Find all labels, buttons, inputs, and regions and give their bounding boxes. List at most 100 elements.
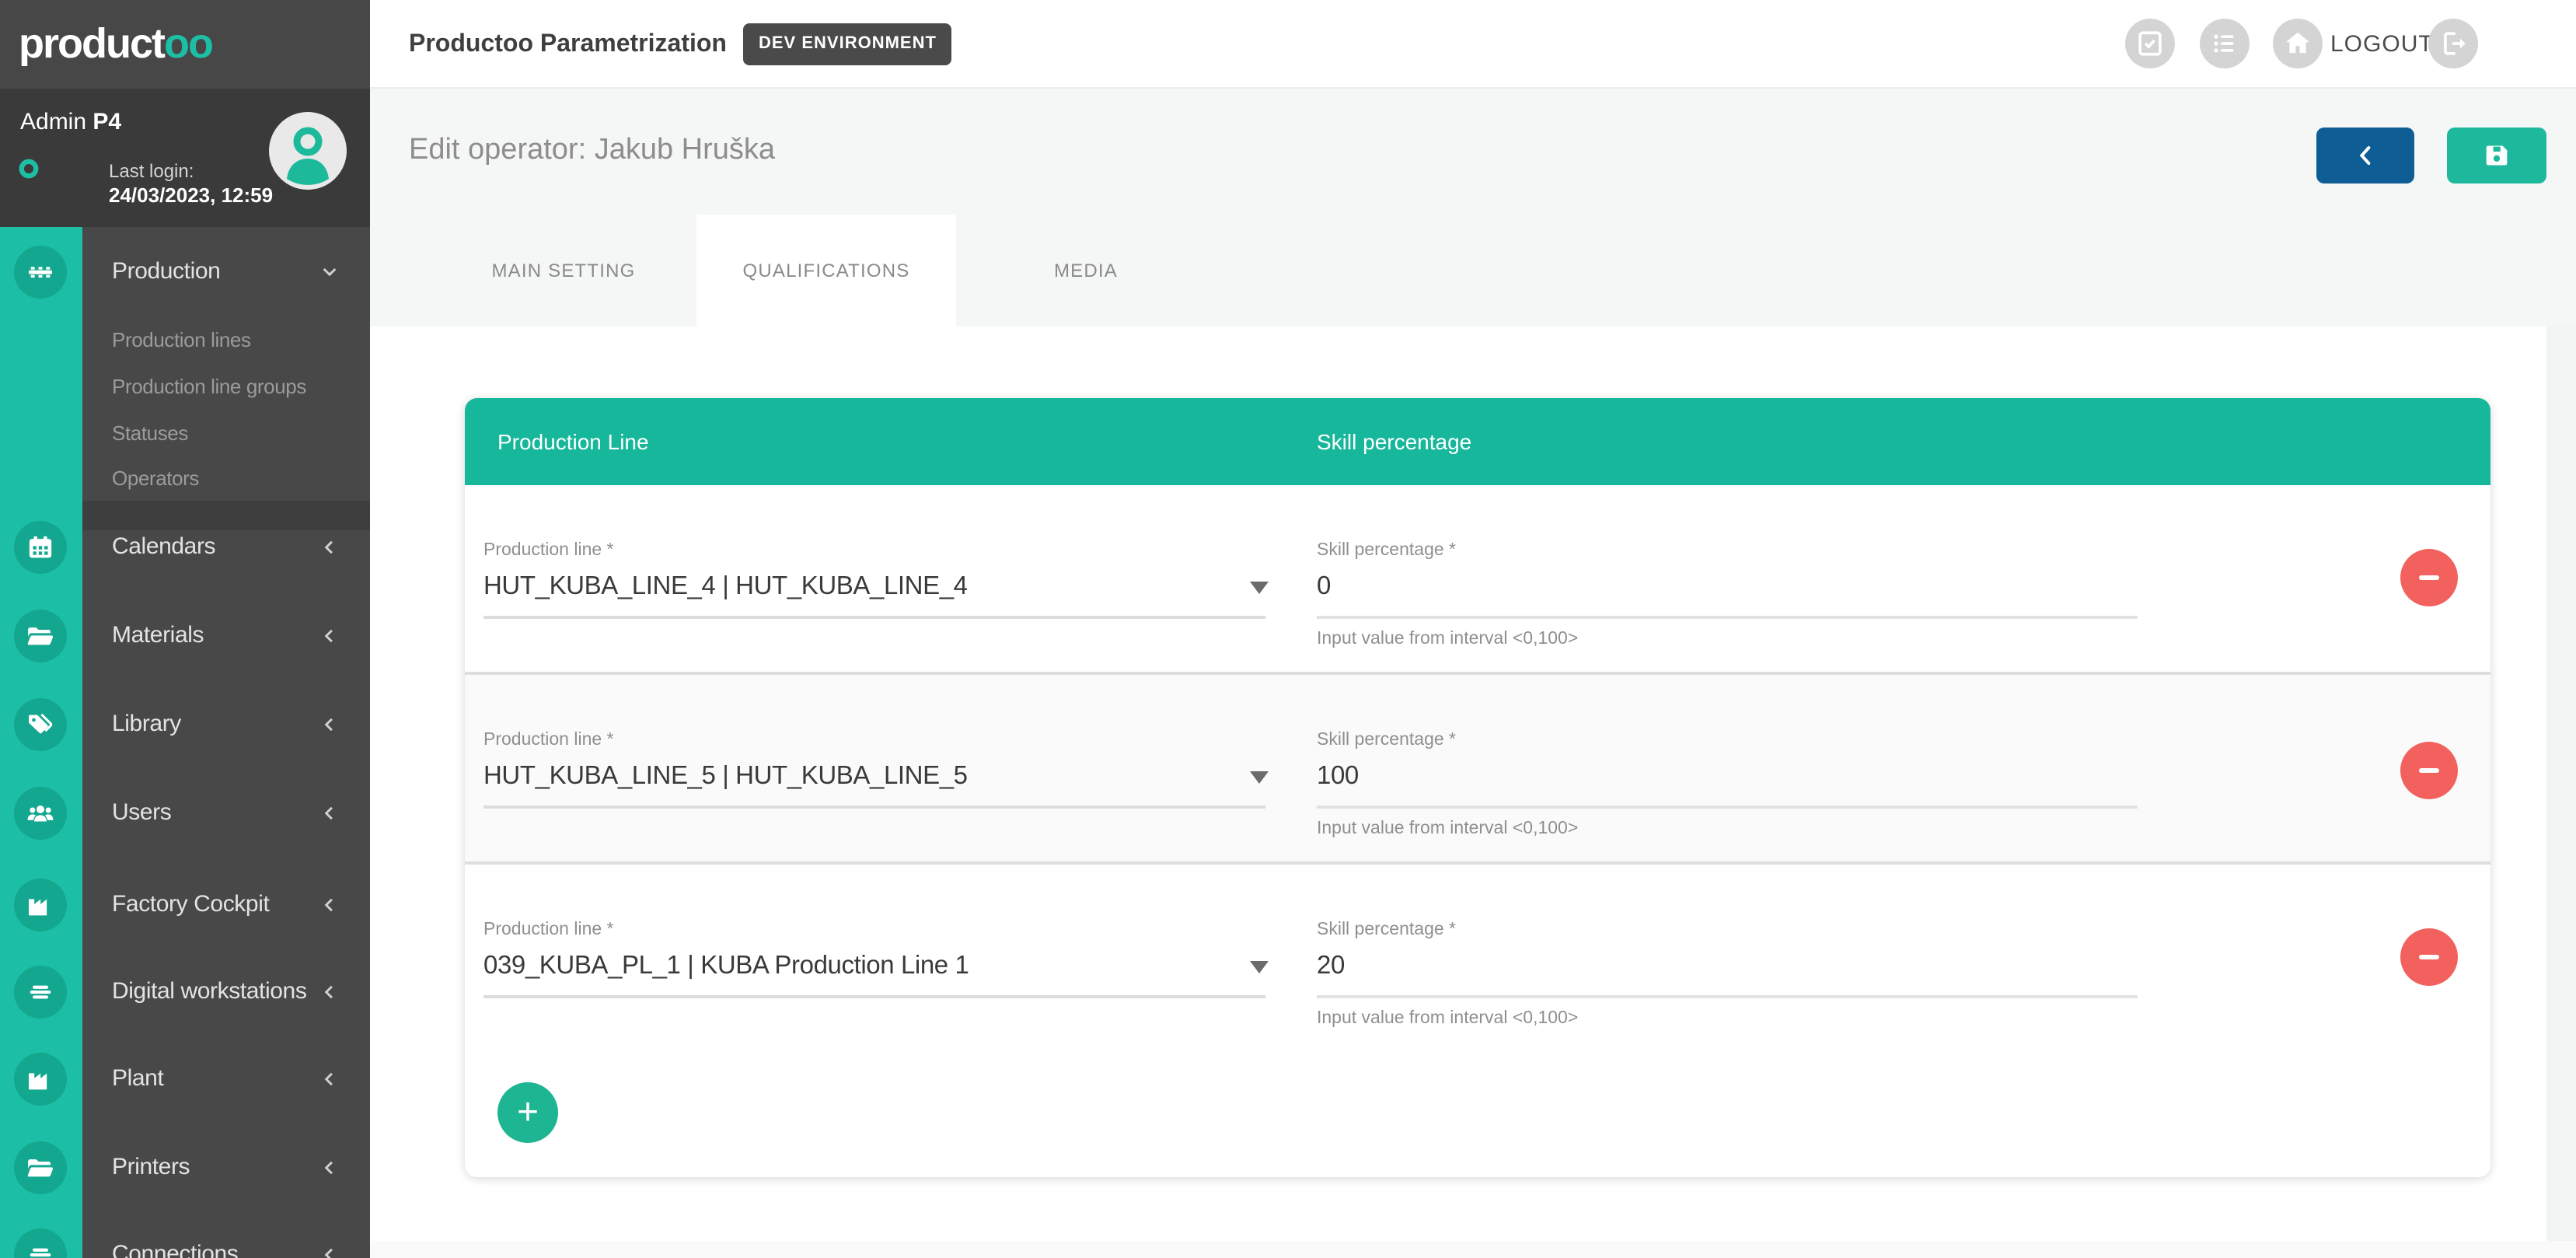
qualification-row: Production line * HUT_KUBA_LINE_4 | HUT_… — [465, 485, 2490, 672]
sidebar-item-label: Library — [112, 698, 181, 751]
folder-open-icon — [25, 620, 56, 652]
chevron-left-icon — [317, 624, 342, 648]
chevron-down-icon — [317, 260, 342, 285]
tab-main-setting[interactable]: MAIN SETTING — [431, 215, 696, 327]
minus-icon — [2419, 768, 2439, 773]
tab-label: MAIN SETTING — [491, 260, 635, 281]
minus-icon — [2419, 955, 2439, 959]
field-label: Skill percentage * — [1317, 921, 1456, 939]
app-title: Productoo Parametrization — [409, 0, 727, 89]
column-header-production-line: Production Line — [497, 398, 649, 485]
table-header: Production Line Skill percentage — [465, 398, 2490, 485]
sidebar-subitem-operators[interactable]: Operators — [112, 463, 361, 494]
environment-badge: DEV ENVIRONMENT — [743, 23, 952, 65]
skill-percentage-input[interactable]: 0 — [1317, 572, 1331, 602]
dropdown-caret-icon[interactable] — [1250, 582, 1269, 594]
field-label: Production line * — [483, 731, 614, 750]
tab-label: QUALIFICATIONS — [742, 260, 909, 281]
productoo-logo[interactable]: productoo — [19, 0, 212, 89]
remove-row-button[interactable] — [2400, 549, 2458, 606]
chevron-left-icon — [317, 980, 342, 1005]
user-name-prefix: Admin — [20, 109, 86, 135]
remove-row-button[interactable] — [2400, 928, 2458, 986]
chevron-left-icon — [317, 1242, 342, 1258]
production-line-select[interactable]: 039_KUBA_PL_1 | KUBA Production Line 1 — [483, 952, 969, 981]
logout-label[interactable]: LOGOUT — [2330, 0, 2434, 89]
content-area: Edit operator: Jakub Hruška MAIN SETTING… — [370, 89, 2576, 1258]
sidebar-item-label: Users — [112, 787, 171, 840]
sidebar-item-production[interactable]: Production — [82, 246, 370, 299]
field-underline — [483, 995, 1265, 998]
dropdown-caret-icon[interactable] — [1250, 771, 1269, 784]
sidebar-item-label: Factory Cockpit — [112, 879, 269, 931]
lines-icon — [25, 1239, 56, 1258]
back-button[interactable] — [2316, 128, 2414, 183]
sidebar-icon-production[interactable] — [14, 246, 67, 299]
sidebar-item-factory-cockpit[interactable]: Factory Cockpit — [82, 879, 370, 931]
field-underline — [1317, 616, 2138, 619]
list-button[interactable] — [2200, 19, 2250, 68]
right-gutter — [2546, 327, 2576, 1241]
calendar-icon — [25, 532, 56, 563]
sidebar-item-label: Calendars — [112, 521, 215, 574]
sidebar-subitem-production-lines[interactable]: Production lines — [112, 325, 361, 356]
sidebar-item-library[interactable]: Library — [82, 698, 370, 751]
sidebar-item-materials[interactable]: Materials — [82, 610, 370, 662]
production-line-select[interactable]: HUT_KUBA_LINE_4 | HUT_KUBA_LINE_4 — [483, 572, 968, 602]
save-floppy-icon — [2481, 140, 2512, 171]
sidebar-icon-users[interactable] — [14, 787, 67, 840]
sidebar-item-label: Digital workstations — [112, 966, 306, 1019]
factory-icon — [25, 889, 56, 921]
field-underline — [483, 616, 1265, 619]
logo-text-product: product — [19, 20, 164, 67]
sidebar-icon-library[interactable] — [14, 698, 67, 751]
sidebar-item-printers[interactable]: Printers — [82, 1141, 370, 1194]
sidebar-item-label: Materials — [112, 610, 204, 662]
add-row-button[interactable]: + — [497, 1082, 558, 1143]
sidebar-icon-materials[interactable] — [14, 610, 67, 662]
qualification-row: Production line * HUT_KUBA_LINE_5 | HUT_… — [465, 672, 2490, 865]
chevron-left-icon — [317, 535, 342, 560]
sidebar-item-users[interactable]: Users — [82, 787, 370, 840]
sidebar-subitem-production-line-groups[interactable]: Production line groups — [112, 372, 361, 403]
skill-percentage-input[interactable]: 100 — [1317, 762, 1359, 791]
remove-row-button[interactable] — [2400, 742, 2458, 799]
sidebar-subitem-statuses[interactable]: Statuses — [112, 418, 361, 449]
sidebar-icon-calendars[interactable] — [14, 521, 67, 574]
chevron-left-icon — [2350, 140, 2381, 171]
chevron-left-icon — [317, 1067, 342, 1092]
sidebar-item-connections[interactable]: Connections — [82, 1228, 370, 1258]
sidebar-icon-printers[interactable] — [14, 1141, 67, 1194]
user-name-bold: P4 — [92, 109, 121, 135]
sidebar-item-label: Connections — [112, 1228, 238, 1258]
field-underline — [1317, 995, 2138, 998]
logout-exit-icon — [2436, 26, 2470, 61]
chevron-left-icon — [317, 893, 342, 917]
save-button[interactable] — [2447, 128, 2546, 183]
sidebar-icon-plant[interactable] — [14, 1053, 67, 1106]
sidebar-item-calendars[interactable]: Calendars — [82, 521, 370, 574]
production-line-select[interactable]: HUT_KUBA_LINE_5 | HUT_KUBA_LINE_5 — [483, 762, 968, 791]
sidebar-item-label: Printers — [112, 1141, 190, 1194]
sidebar-item-label: Plant — [112, 1053, 163, 1106]
sidebar: Admin P4 Last login: 24/03/2023, 12:59 P… — [0, 89, 370, 1258]
lines-icon — [25, 977, 56, 1008]
sidebar-icon-factory-cockpit[interactable] — [14, 879, 67, 931]
tasks-button[interactable] — [2125, 19, 2175, 68]
logout-button[interactable] — [2428, 19, 2478, 68]
sidebar-item-plant[interactable]: Plant — [82, 1053, 370, 1106]
tab-qualifications[interactable]: QUALIFICATIONS — [696, 215, 956, 327]
last-login-value: 24/03/2023, 12:59 — [109, 183, 273, 207]
tags-icon — [25, 709, 56, 740]
field-hint: Input value from interval <0,100> — [1317, 819, 1578, 838]
sidebar-icon-digital-workstations[interactable] — [14, 966, 67, 1019]
logo-text-oo: oo — [164, 20, 212, 67]
tab-media[interactable]: MEDIA — [956, 215, 1216, 327]
home-icon — [2281, 26, 2315, 61]
qualification-row: Production line * 039_KUBA_PL_1 | KUBA P… — [465, 865, 2490, 1051]
home-button[interactable] — [2273, 19, 2323, 68]
skill-percentage-input[interactable]: 20 — [1317, 952, 1345, 981]
dropdown-caret-icon[interactable] — [1250, 961, 1269, 973]
sidebar-item-digital-workstations[interactable]: Digital workstations — [82, 966, 370, 1019]
last-login-label: Last login: — [109, 160, 194, 182]
